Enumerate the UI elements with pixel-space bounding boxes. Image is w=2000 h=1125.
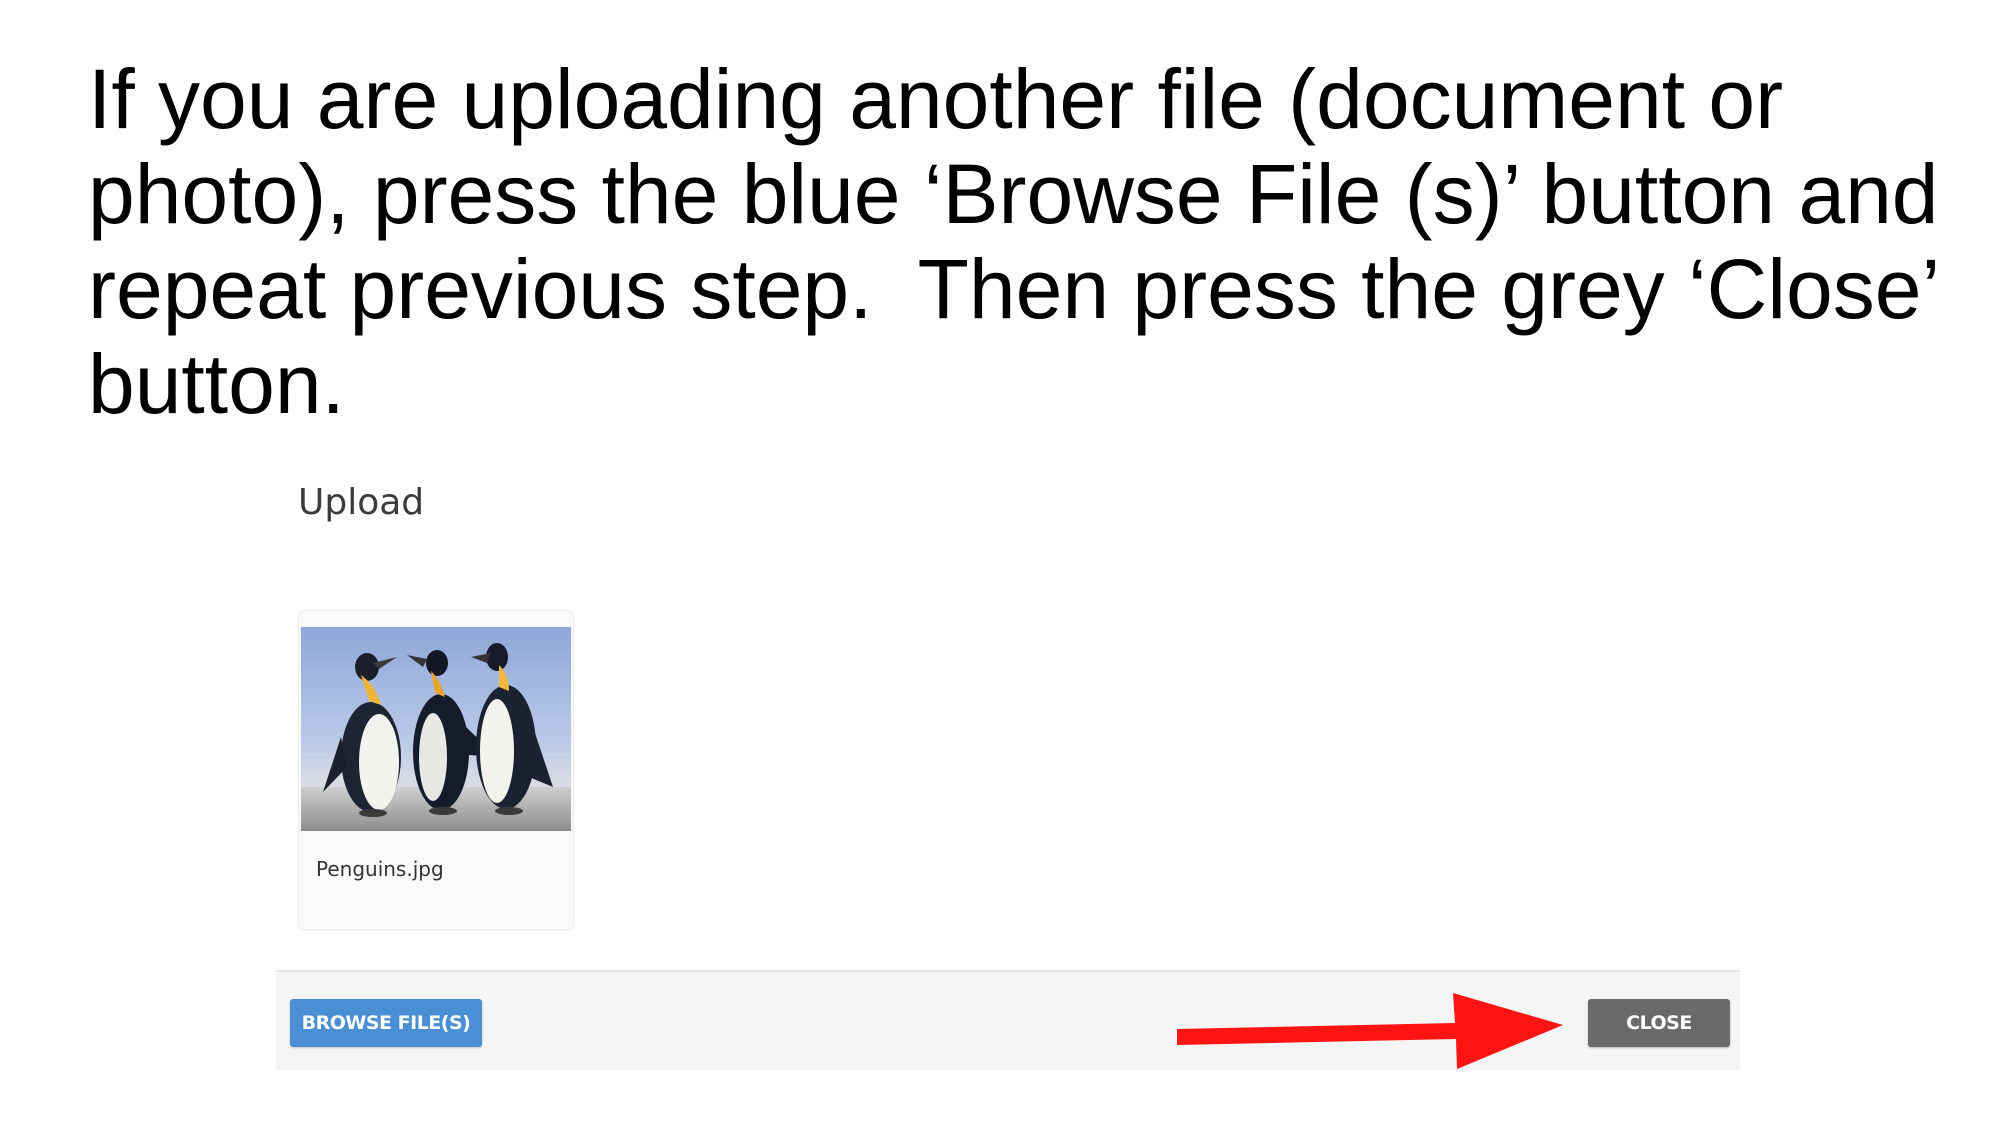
browse-files-button[interactable]: BROWSE FILE(S) <box>290 999 482 1047</box>
upload-dialog: Upload Penguins.jpg BROWSE FILE(S) CLOSE <box>276 470 1740 1070</box>
file-thumbnail <box>301 627 571 831</box>
instruction-line: photo), press the blue ‘Browse File (s)’… <box>88 147 1939 241</box>
instruction-line: repeat previous step. Then press the gre… <box>88 242 1941 336</box>
instruction-text: If you are uploading another file (docum… <box>88 52 1941 432</box>
penguins-image <box>301 627 571 831</box>
file-card[interactable]: Penguins.jpg <box>298 610 574 930</box>
file-name: Penguins.jpg <box>316 857 444 881</box>
instruction-line: button. <box>88 337 345 431</box>
dialog-title: Upload <box>298 482 425 523</box>
instruction-line: If you are uploading another file (docum… <box>88 52 1784 146</box>
red-arrow-icon <box>1177 993 1563 1069</box>
close-button[interactable]: CLOSE <box>1588 999 1730 1047</box>
slide: If you are uploading another file (docum… <box>0 0 2000 1125</box>
